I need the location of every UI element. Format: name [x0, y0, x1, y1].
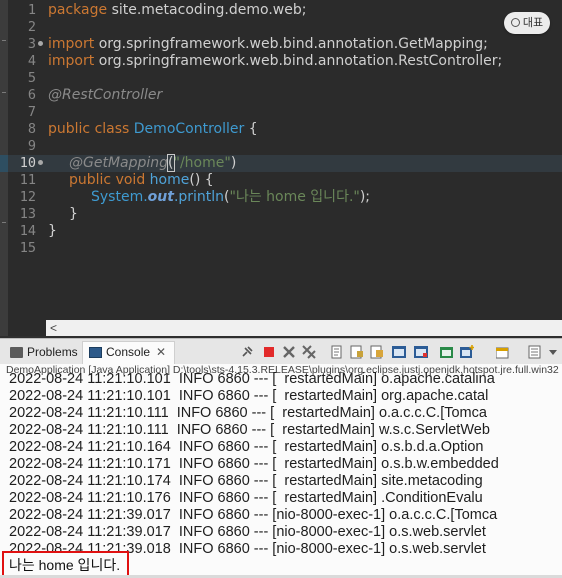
log-line: 2022-08-24 11:21:10.174 INFO 6860 --- [ …: [9, 473, 483, 489]
terminate-icon[interactable]: [262, 345, 276, 359]
remove-all-icon[interactable]: [302, 345, 316, 359]
line-number: 15: [19, 240, 36, 256]
highlight-box: [2, 551, 129, 577]
code-line: public void home() {: [69, 172, 214, 188]
scroll-left-arrow[interactable]: <: [50, 320, 57, 336]
console-output[interactable]: DemoApplication [Java Application] D:\to…: [0, 364, 562, 578]
code-line: System.out.println("나는 home 입니다.");: [91, 189, 371, 205]
code-editor[interactable]: 1 2 3 4 6 5 7 8 9 10 11 12 13 14 15 pack…: [0, 0, 562, 336]
log-line: 2022-08-24 11:21:10.171 INFO 6860 --- [ …: [9, 456, 499, 472]
log-line: 2022-08-24 11:21:10.176 INFO 6860 --- [ …: [9, 490, 483, 506]
log-line: 2022-08-24 11:21:10.111 INFO 6860 --- [ …: [9, 405, 487, 421]
code-line: import org.springframework.web.bind.anno…: [48, 53, 503, 69]
code-text-area[interactable]: package site.metacoding.demo.web; import…: [48, 0, 562, 320]
code-line: @GetMapping("/home"): [69, 154, 237, 172]
horizontal-scrollbar[interactable]: <: [46, 320, 562, 336]
line-number: 5: [27, 70, 36, 86]
word-wrap-icon[interactable]: [370, 345, 384, 359]
show-on-stdout-icon[interactable]: [392, 345, 406, 359]
code-line: }: [69, 206, 78, 222]
clear-console-icon[interactable]: [330, 345, 344, 359]
line-number: 3: [6, 36, 43, 53]
line-number: 8: [27, 121, 36, 137]
open-console-icon[interactable]: [440, 345, 454, 359]
scroll-lock-icon[interactable]: [350, 345, 364, 359]
line-number: 1: [27, 2, 36, 18]
tab-console[interactable]: Console ✕: [82, 341, 176, 364]
line-number: 7: [27, 104, 36, 120]
tab-problems[interactable]: Problems: [10, 342, 78, 363]
line-number: 2: [27, 19, 36, 35]
code-line: import org.springframework.web.bind.anno…: [48, 36, 488, 52]
log-line: 2022-08-24 11:21:39.017 INFO 6860 --- [n…: [9, 524, 486, 540]
line-number: 4: [27, 53, 36, 69]
log-line: 2022-08-24 11:21:10.101 INFO 6860 --- [ …: [9, 371, 495, 387]
code-line: }: [48, 223, 57, 239]
translate-icon: [510, 18, 520, 27]
line-number: 9: [27, 138, 36, 154]
pin-icon[interactable]: [240, 345, 254, 359]
remove-launch-icon[interactable]: [282, 345, 296, 359]
line-number: 10: [6, 155, 43, 172]
problems-icon: [10, 347, 23, 358]
code-line: public class DemoController {: [48, 121, 258, 137]
console-icon: [89, 347, 102, 358]
line-number: 11: [19, 172, 36, 188]
code-line: package site.metacoding.demo.web;: [48, 2, 307, 18]
log-line: 2022-08-24 11:21:10.164 INFO 6860 --- [ …: [9, 439, 484, 455]
new-console-icon[interactable]: [460, 345, 474, 359]
log-line: 2022-08-24 11:21:39.017 INFO 6860 --- [n…: [9, 507, 498, 523]
line-number: 13: [19, 206, 36, 222]
log-line: 2022-08-24 11:21:10.101 INFO 6860 --- [ …: [9, 388, 489, 404]
show-on-stderr-icon[interactable]: [414, 345, 428, 359]
translate-button[interactable]: 대표: [504, 12, 550, 34]
view-tab-bar: Problems Console ✕: [0, 338, 562, 365]
view-menu-icon[interactable]: [546, 345, 560, 359]
close-icon[interactable]: ✕: [156, 345, 166, 359]
line-number: 6: [27, 87, 36, 103]
log-line: 2022-08-24 11:21:10.111 INFO 6860 --- [ …: [9, 422, 490, 438]
line-number-gutter: 1 2 3 4 6 5 7 8 9 10 11 12 13 14 15: [6, 0, 43, 320]
line-number: 14: [19, 223, 36, 239]
line-number: 12: [19, 189, 36, 205]
fold-toggle-icon[interactable]: [38, 41, 43, 46]
fold-toggle-icon[interactable]: [38, 160, 43, 165]
display-selected-icon[interactable]: [496, 345, 510, 359]
console-view-menu-icon[interactable]: [528, 345, 542, 359]
code-line: @RestController: [48, 87, 163, 103]
